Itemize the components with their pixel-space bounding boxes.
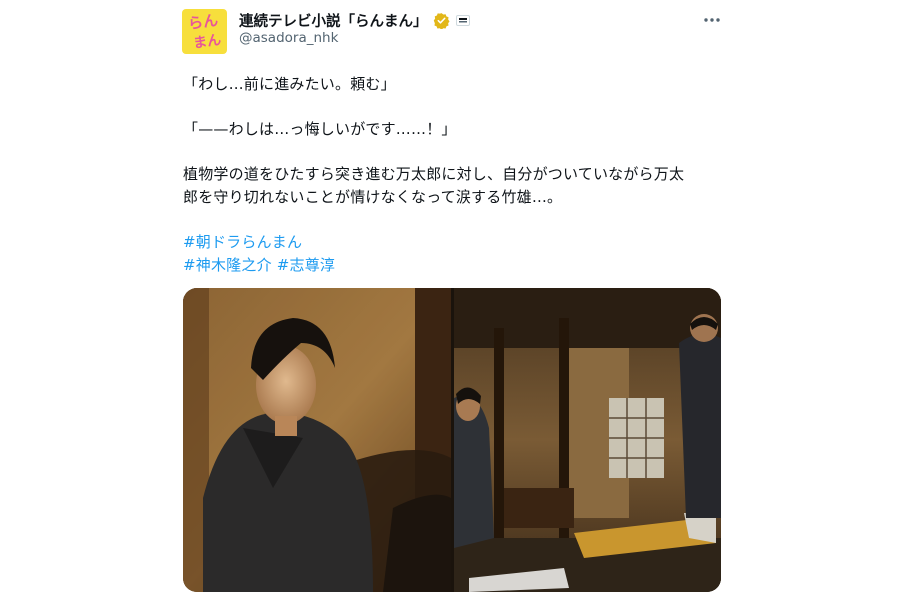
tweet-text-line: 植物学の道をひたすら突き進む万太郎に対し、自分がついていながら万太 <box>183 165 685 183</box>
photo-2[interactable] <box>454 288 721 592</box>
affiliate-badge-icon <box>455 14 470 26</box>
media-grid <box>183 288 721 592</box>
tweet-text-line: 「わし…前に進みたい。頼む」 <box>183 75 396 93</box>
verified-badge-icon <box>433 12 450 29</box>
tweet-text-line: 「——わしは…っ悔しいがです……！」 <box>183 120 457 138</box>
avatar-text-2: まん <box>192 32 223 52</box>
more-dots-icon[interactable] <box>702 10 722 30</box>
author-row: 連続テレビ小説「らんまん」 <box>239 9 470 31</box>
tweet-text-line: 郎を守り切れないことが情けなくなって涙する竹雄…。 <box>183 188 563 206</box>
display-name[interactable]: 連続テレビ小説「らんまん」 <box>239 10 428 31</box>
hashtag-link[interactable]: #朝ドラらんまん <box>183 233 302 251</box>
tweet-card: らん まん 連続テレビ小説「らんまん」 @asadora_nhk 「わし…前に進… <box>180 0 725 600</box>
hashtag-link[interactable]: #神木隆之介 <box>183 256 272 274</box>
hashtag-link[interactable]: #志尊淳 <box>277 256 335 274</box>
avatar-logo: らん まん <box>182 9 227 54</box>
avatar[interactable]: らん まん <box>182 9 227 54</box>
photo-1[interactable] <box>183 288 451 592</box>
hashtag-line: #朝ドラらんまん <box>183 231 302 252</box>
hashtag-line: #神木隆之介 #志尊淳 <box>183 254 335 275</box>
handle[interactable]: @asadora_nhk <box>239 30 338 46</box>
